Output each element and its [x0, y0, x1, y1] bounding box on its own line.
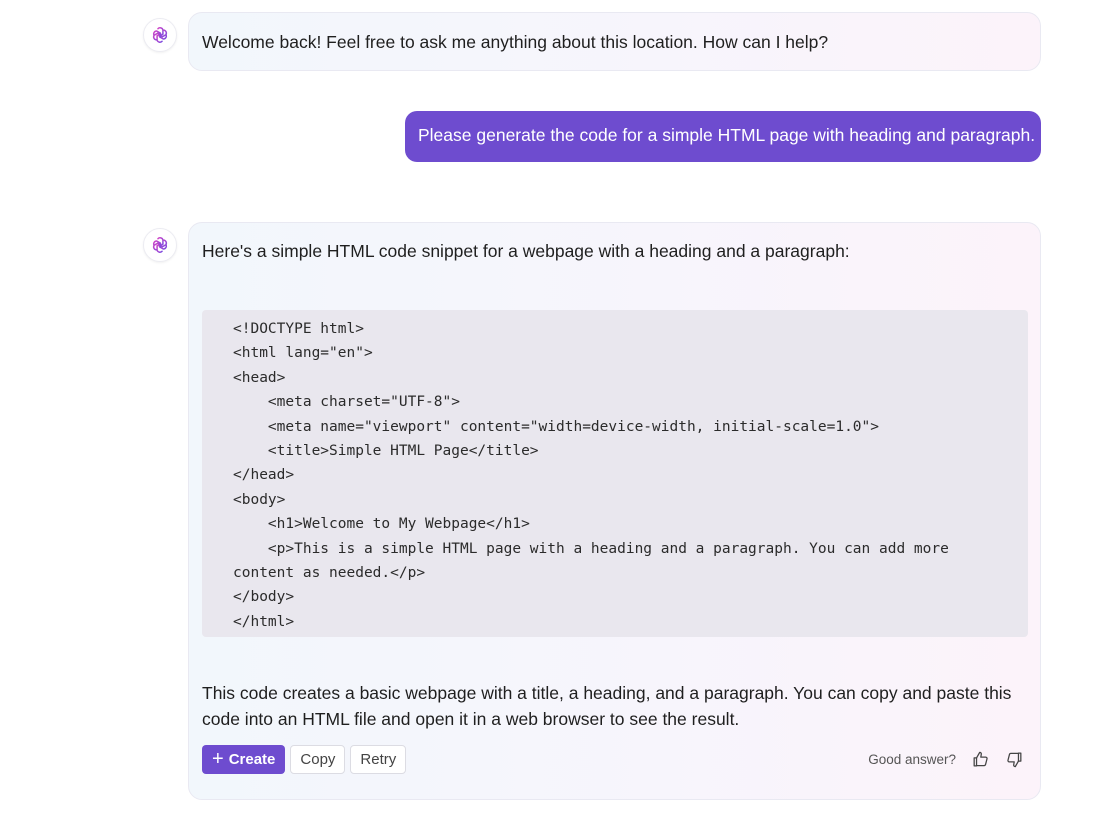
code-line: <html lang="en"> — [233, 345, 373, 362]
retry-button[interactable]: Retry — [350, 745, 407, 774]
code-block[interactable]: <!DOCTYPE html> <html lang="en"> <head> … — [202, 310, 1028, 637]
feedback-label: Good answer? — [868, 751, 956, 767]
code-line: </html> — [233, 613, 295, 630]
copilot-logo-icon — [152, 237, 168, 253]
greeting-message: Welcome back! Feel free to ask me anythi… — [188, 12, 1041, 71]
thumbs-up-icon[interactable] — [970, 749, 990, 769]
code-line: <!DOCTYPE html> — [233, 321, 364, 337]
copilot-logo-icon — [152, 27, 168, 43]
code-line: </head> — [233, 467, 295, 484]
answer-intro: Here's a simple HTML code snippet for a … — [202, 241, 850, 261]
copy-button-label: Copy — [300, 751, 336, 768]
code-line: <h1>Welcome to My Webpage</h1> — [233, 516, 530, 533]
copilot-avatar — [143, 18, 177, 52]
code-line: content as needed.</p> — [233, 564, 426, 581]
code-line: <p>This is a simple HTML page with a hea… — [233, 540, 949, 557]
retry-button-label: Retry — [360, 751, 397, 768]
code-line: <head> — [233, 369, 286, 386]
code-line: <meta charset="UTF-8"> — [233, 394, 460, 411]
user-message-text: Please generate the code for a simple HT… — [418, 125, 1036, 145]
create-button-label: Create — [228, 751, 276, 768]
code-line: <title>Simple HTML Page</title> — [233, 442, 539, 459]
copilot-avatar — [143, 228, 177, 262]
code-line: <meta name="viewport" content="width=dev… — [233, 418, 880, 435]
answer-message: Here's a simple HTML code snippet for a … — [188, 222, 1041, 800]
create-button[interactable]: + Create — [202, 745, 286, 774]
chat-page: Welcome back! Feel free to ask me anythi… — [0, 0, 1107, 813]
plus-icon: + — [212, 747, 224, 770]
feedback-area: Good answer? — [868, 749, 1024, 769]
code-line: </body> — [233, 589, 295, 606]
thumbs-down-icon[interactable] — [1004, 749, 1024, 769]
user-message: Please generate the code for a simple HT… — [405, 111, 1041, 162]
answer-actions: + Create Copy Retry — [202, 745, 407, 774]
copy-button[interactable]: Copy — [290, 745, 346, 774]
answer-outro: This code creates a basic webpage with a… — [202, 683, 1012, 729]
code-line: <body> — [233, 491, 286, 508]
greeting-text: Welcome back! Feel free to ask me anythi… — [202, 32, 829, 52]
